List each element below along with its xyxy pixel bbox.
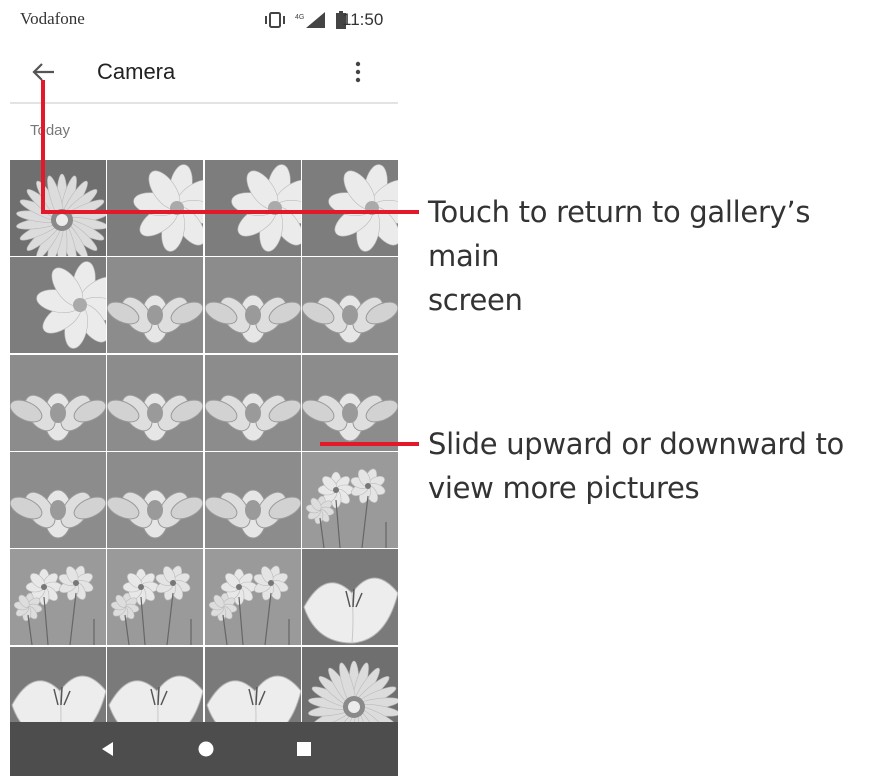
- scroll-callout-line: [320, 442, 419, 446]
- photo-thumbnail[interactable]: [301, 549, 398, 646]
- photo-thumbnail[interactable]: [204, 257, 301, 354]
- scroll-callout-text: Slide upward or downward to view more pi…: [428, 422, 844, 510]
- photo-thumbnail[interactable]: [301, 354, 398, 451]
- photo-thumbnail[interactable]: [107, 160, 204, 256]
- photo-thumbnail[interactable]: [107, 451, 204, 548]
- photo-thumbnail[interactable]: [204, 451, 301, 548]
- photo-thumbnail[interactable]: [301, 451, 398, 548]
- nav-recents-button[interactable]: [295, 740, 313, 758]
- back-callout-line-2: screen: [428, 283, 523, 317]
- status-bar: Vodafone 4G 11:50: [0, 0, 408, 44]
- navigation-bar: [10, 722, 398, 776]
- photo-thumbnail[interactable]: [107, 354, 204, 451]
- back-callout-text: Touch to return to gallery’s main screen: [428, 190, 889, 322]
- photo-thumbnail[interactable]: [301, 160, 398, 256]
- more-vert-icon: [355, 61, 361, 83]
- scroll-callout-line-1: Slide upward or downward to: [428, 427, 844, 461]
- photo-thumbnail[interactable]: [301, 257, 398, 354]
- date-section-label: Today: [30, 122, 71, 139]
- network-type-label: 4G: [295, 14, 304, 21]
- app-bar-divider: [10, 102, 398, 104]
- photo-thumbnail[interactable]: [107, 549, 204, 646]
- more-options-button[interactable]: [344, 54, 372, 90]
- back-callout-line-vertical: [41, 80, 45, 214]
- photo-thumbnail[interactable]: [10, 549, 106, 646]
- back-callout-line-horizontal: [41, 210, 419, 214]
- nav-home-button[interactable]: [196, 739, 216, 759]
- page-title: Camera: [97, 59, 176, 84]
- photo-thumbnail[interactable]: [10, 160, 106, 256]
- nav-back-button[interactable]: [98, 739, 118, 759]
- photo-thumbnail[interactable]: [204, 354, 301, 451]
- photo-thumbnail[interactable]: [10, 354, 106, 451]
- vibrate-icon: [262, 11, 288, 29]
- app-bar: Camera: [0, 44, 408, 102]
- clock: 11:50: [342, 10, 384, 29]
- scroll-callout-line-2: view more pictures: [428, 471, 700, 505]
- triangle-back-icon: [102, 742, 113, 756]
- signal-icon: 4G: [294, 11, 328, 29]
- photo-thumbnail[interactable]: [10, 451, 106, 548]
- photo-thumbnail[interactable]: [204, 549, 301, 646]
- back-callout-line-1: Touch to return to gallery’s main: [428, 195, 811, 273]
- status-icons: 4G: [262, 10, 348, 30]
- square-recents-icon: [297, 742, 311, 756]
- photo-thumbnail[interactable]: [204, 160, 301, 256]
- photo-thumbnail[interactable]: [10, 257, 106, 354]
- photo-thumbnail[interactable]: [107, 257, 204, 354]
- carrier-name: Vodafone: [20, 9, 85, 28]
- circle-home-icon: [198, 741, 214, 757]
- phone-screen: Vodafone 4G 11:50 Camera Today: [0, 0, 408, 776]
